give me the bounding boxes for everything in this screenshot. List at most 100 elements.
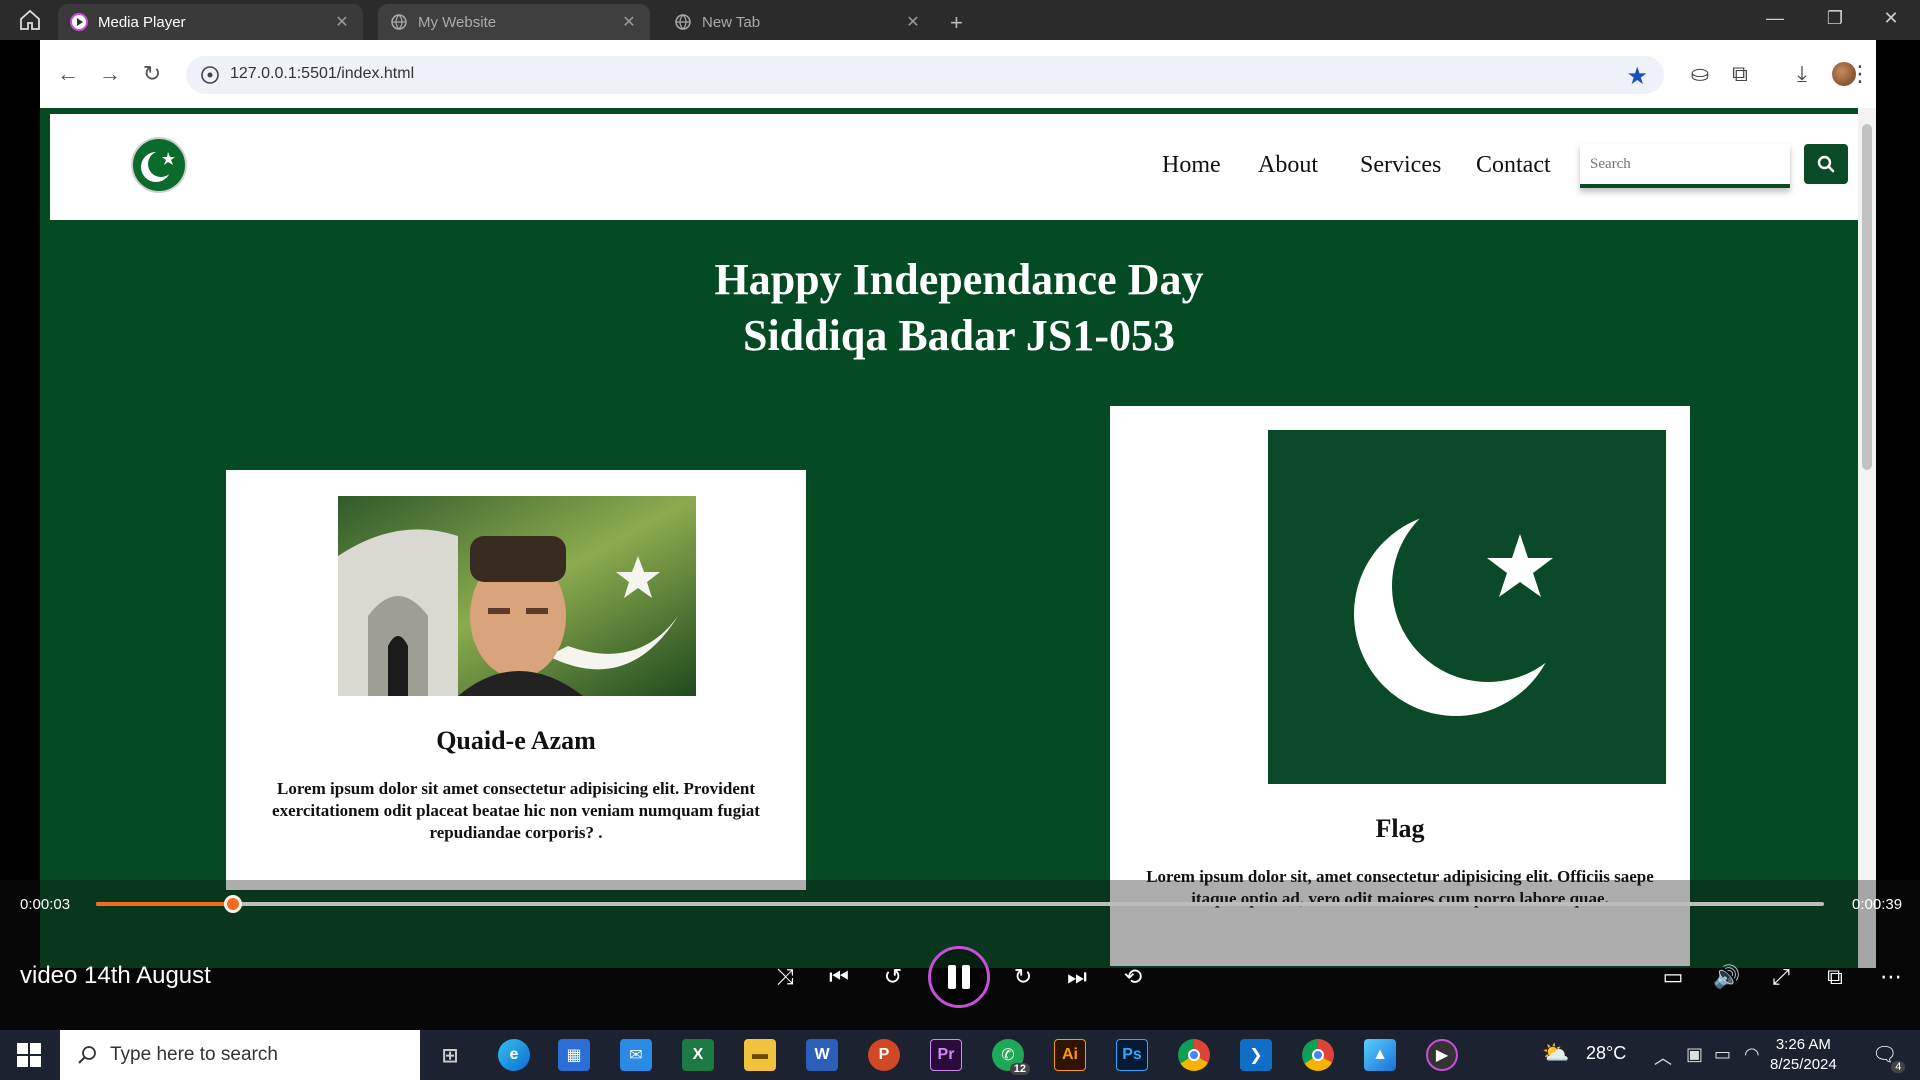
extension-alert-icon[interactable]: ⛀ xyxy=(1686,60,1714,88)
nav-services-link[interactable]: Services xyxy=(1360,152,1441,179)
battery-icon[interactable]: ▭ xyxy=(1714,1044,1731,1065)
pause-icon xyxy=(962,965,970,989)
tray-app-icon[interactable]: ▣ xyxy=(1686,1044,1703,1065)
tab-media-player[interactable]: Media Player ✕ xyxy=(58,4,363,40)
site-header: Home About Services Contact xyxy=(50,114,1858,220)
premiere-icon[interactable]: Pr xyxy=(930,1039,962,1071)
tab-my-website[interactable]: My Website ✕ xyxy=(378,4,650,40)
hero-title-line-2: Siddiqa Badar JS1-053 xyxy=(742,311,1175,360)
reload-icon[interactable]: ↻ xyxy=(138,60,166,88)
powerpoint-icon[interactable]: P xyxy=(868,1039,900,1071)
close-icon[interactable]: ✕ xyxy=(333,12,351,32)
pakistan-flag-image xyxy=(1136,430,1666,784)
mail-icon[interactable]: ✉ xyxy=(620,1039,652,1071)
next-icon[interactable]: ⏭ xyxy=(1060,962,1094,992)
illustrator-icon[interactable]: Ai xyxy=(1054,1039,1086,1071)
restore-icon[interactable]: ❐ xyxy=(1820,8,1850,29)
nav-contact-link[interactable]: Contact xyxy=(1476,152,1551,179)
clock-date: 8/25/2024 xyxy=(1770,1056,1837,1073)
pakistan-logo-icon[interactable] xyxy=(130,136,188,194)
search-input[interactable] xyxy=(1580,144,1790,188)
quaid-e-azam-portrait-image xyxy=(338,496,696,696)
seek-bar-handle[interactable] xyxy=(223,895,242,913)
minimize-icon[interactable]: — xyxy=(1760,8,1790,29)
vscode-icon[interactable]: ❯ xyxy=(1240,1039,1272,1071)
wifi-icon[interactable]: ◠ xyxy=(1744,1044,1760,1065)
tab-label: Media Player xyxy=(98,13,186,31)
page-viewport: Home About Services Contact Happy Indepe… xyxy=(40,108,1858,968)
nav-home-link[interactable]: Home xyxy=(1162,152,1221,179)
card-title: Flag xyxy=(1375,814,1425,843)
rewind-10-icon[interactable]: ↺ xyxy=(876,962,910,992)
edge-icon[interactable]: e xyxy=(498,1039,530,1071)
weather-icon[interactable]: ⛅ xyxy=(1542,1040,1569,1066)
extensions-icon[interactable]: ⧉ xyxy=(1726,60,1754,88)
media-player-icon[interactable]: ▶ xyxy=(1426,1039,1458,1071)
store-icon[interactable]: ▦ xyxy=(558,1039,590,1071)
taskbar-search-placeholder: Type here to search xyxy=(110,1044,278,1065)
search-button[interactable] xyxy=(1804,144,1848,184)
word-icon[interactable]: W xyxy=(806,1039,838,1071)
address-bar[interactable]: 127.0.0.1:5501/index.html ★ xyxy=(186,56,1664,94)
pause-icon xyxy=(948,965,956,989)
video-title: video 14th August xyxy=(20,962,211,989)
shuffle-icon[interactable]: ⤨ xyxy=(768,962,802,992)
forward-30-icon[interactable]: ↻ xyxy=(1006,962,1040,992)
repeat-off-icon[interactable]: ⟲ xyxy=(1116,962,1150,992)
notifications-badge: 4 xyxy=(1891,1061,1906,1073)
scrollbar-thumb[interactable] xyxy=(1862,124,1872,470)
close-icon[interactable]: ✕ xyxy=(620,12,638,32)
screen: Media Player ✕ My Website ✕ New Tab ✕ + … xyxy=(0,0,1920,1080)
card-quaid-e-azam: Quaid-e Azam Lorem ipsum dolor sit amet … xyxy=(226,470,806,890)
task-view-icon[interactable]: ⊞ xyxy=(434,1039,466,1071)
media-player-icon xyxy=(70,13,88,31)
page-scrollbar[interactable] xyxy=(1858,108,1876,968)
browser-toolbar: ← → ↻ 127.0.0.1:5501/index.html ★ ⛀ ⧉ ⤓ … xyxy=(40,40,1876,108)
forward-icon[interactable]: → xyxy=(96,60,124,88)
previous-icon[interactable]: ⏮ xyxy=(822,962,856,992)
chrome-icon[interactable] xyxy=(1178,1039,1210,1071)
bookmark-star-icon[interactable]: ★ xyxy=(1626,62,1648,91)
taskbar-search-box[interactable]: Type here to search xyxy=(60,1030,420,1080)
taskbar: Type here to search ⊞ e ▦ ✉ X ▬ W P Pr ✆… xyxy=(0,1030,1920,1080)
tab-label: My Website xyxy=(418,13,497,31)
mini-player-icon[interactable]: ⧉ xyxy=(1818,962,1852,992)
globe-icon xyxy=(391,14,407,30)
photoshop-icon[interactable]: Ps xyxy=(1116,1039,1148,1071)
tab-new-tab[interactable]: New Tab ✕ xyxy=(662,4,934,40)
taskbar-clock[interactable]: 3:26 AM 8/25/2024 xyxy=(1770,1035,1837,1075)
search-icon xyxy=(78,1046,96,1064)
clock-time: 3:26 AM xyxy=(1775,1036,1831,1053)
chrome-profile-icon[interactable] xyxy=(1302,1039,1334,1071)
whatsapp-badge: 12 xyxy=(1009,1063,1030,1075)
home-icon[interactable] xyxy=(18,8,42,32)
windows-start-icon[interactable] xyxy=(16,1042,42,1068)
seek-bar[interactable] xyxy=(96,895,1824,913)
notifications-icon[interactable]: 🗨 4 xyxy=(1872,1042,1906,1073)
card-title: Quaid-e Azam xyxy=(436,726,596,755)
back-icon[interactable]: ← xyxy=(54,60,82,88)
explorer-icon[interactable]: ▬ xyxy=(744,1039,776,1071)
excel-icon[interactable]: X xyxy=(682,1039,714,1071)
total-time: 0:00:39 xyxy=(1852,896,1903,913)
nav-about-link[interactable]: About xyxy=(1258,152,1318,179)
hero-title-line-1: Happy Independance Day xyxy=(714,255,1204,304)
seek-bar-fill xyxy=(96,902,233,906)
pause-button[interactable] xyxy=(928,946,990,1008)
photos-icon[interactable]: ▲ xyxy=(1364,1039,1396,1071)
whatsapp-icon[interactable]: ✆ 12 xyxy=(992,1039,1030,1075)
search-icon xyxy=(1817,155,1835,173)
more-options-icon[interactable]: ⋯ xyxy=(1874,962,1908,992)
menu-dots-icon[interactable]: ⋮ xyxy=(1846,60,1874,88)
download-icon[interactable]: ⤓ xyxy=(1788,60,1816,88)
weather-temperature[interactable]: 28°C xyxy=(1586,1043,1626,1064)
site-info-icon[interactable] xyxy=(200,65,220,85)
fullscreen-icon[interactable]: ⤢ xyxy=(1764,962,1798,992)
chevron-up-icon[interactable]: ︿ xyxy=(1654,1044,1672,1070)
tab-label: New Tab xyxy=(702,13,761,31)
subtitles-icon[interactable]: ▭ xyxy=(1656,962,1690,992)
volume-icon[interactable]: 🔊 xyxy=(1710,962,1744,992)
new-tab-button[interactable]: + xyxy=(950,10,963,36)
close-icon[interactable]: ✕ xyxy=(904,12,922,32)
close-window-icon[interactable]: ✕ xyxy=(1876,8,1906,29)
